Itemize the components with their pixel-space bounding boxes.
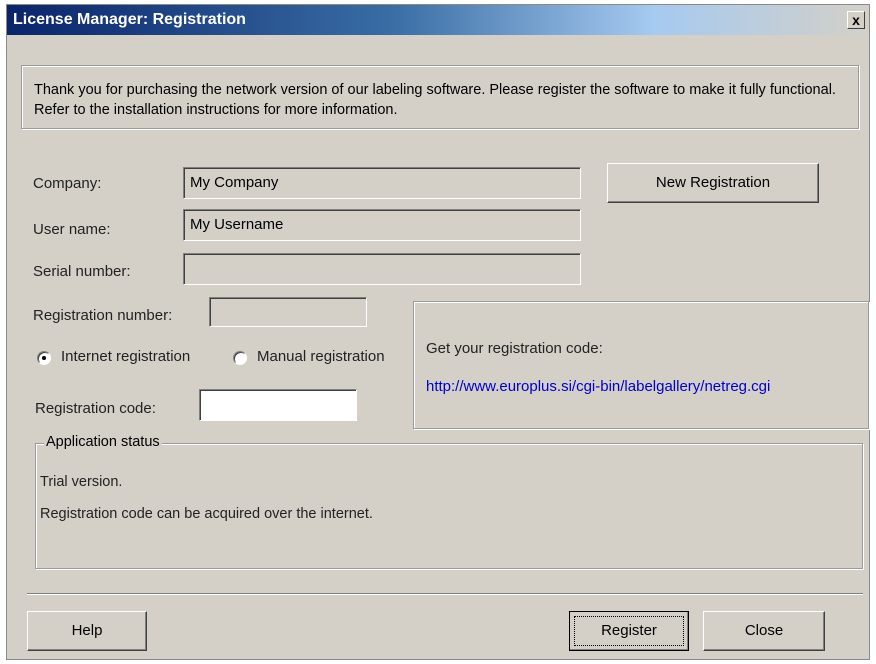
window-title: License Manager: Registration	[13, 11, 246, 28]
registration-code-label: Registration code:	[35, 400, 156, 417]
application-status-group: Application status Trial version. Regist…	[35, 434, 863, 569]
manual-registration-label[interactable]: Manual registration	[257, 348, 385, 365]
status-line-trial: Trial version.	[40, 474, 123, 490]
title-bar[interactable]: License Manager: Registration x	[7, 5, 869, 35]
help-button[interactable]: Help	[27, 611, 147, 651]
internet-registration-label[interactable]: Internet registration	[61, 348, 190, 365]
username-field[interactable]: My Username	[183, 209, 581, 241]
new-registration-button[interactable]: New Registration	[607, 163, 819, 203]
serial-number-field[interactable]	[183, 253, 581, 285]
username-label: User name:	[33, 221, 111, 238]
close-window-button[interactable]: x	[847, 11, 865, 29]
footer-separator	[27, 593, 863, 595]
company-label: Company:	[33, 175, 102, 192]
internet-registration-radio[interactable]	[37, 351, 51, 365]
registration-code-input[interactable]	[199, 389, 357, 421]
serial-number-label: Serial number:	[33, 263, 131, 280]
company-value: My Company	[190, 174, 279, 191]
username-value: My Username	[190, 216, 284, 233]
intro-text: Thank you for purchasing the network ver…	[34, 82, 836, 118]
registration-info-panel: Get your registration code: http://www.e…	[413, 301, 869, 429]
registration-number-field[interactable]	[209, 297, 367, 327]
close-button[interactable]: Close	[703, 611, 825, 651]
status-line-info: Registration code can be acquired over t…	[40, 506, 373, 522]
application-status-title: Application status	[44, 434, 162, 450]
info-heading: Get your registration code:	[426, 340, 603, 357]
registration-number-label: Registration number:	[33, 307, 173, 324]
manual-registration-radio[interactable]	[233, 351, 247, 365]
intro-panel: Thank you for purchasing the network ver…	[21, 65, 859, 129]
registration-dialog: License Manager: Registration x Thank yo…	[6, 4, 870, 660]
company-field[interactable]: My Company	[183, 167, 581, 199]
registration-url-link[interactable]: http://www.europlus.si/cgi-bin/labelgall…	[426, 378, 770, 395]
register-button[interactable]: Register	[569, 611, 689, 651]
